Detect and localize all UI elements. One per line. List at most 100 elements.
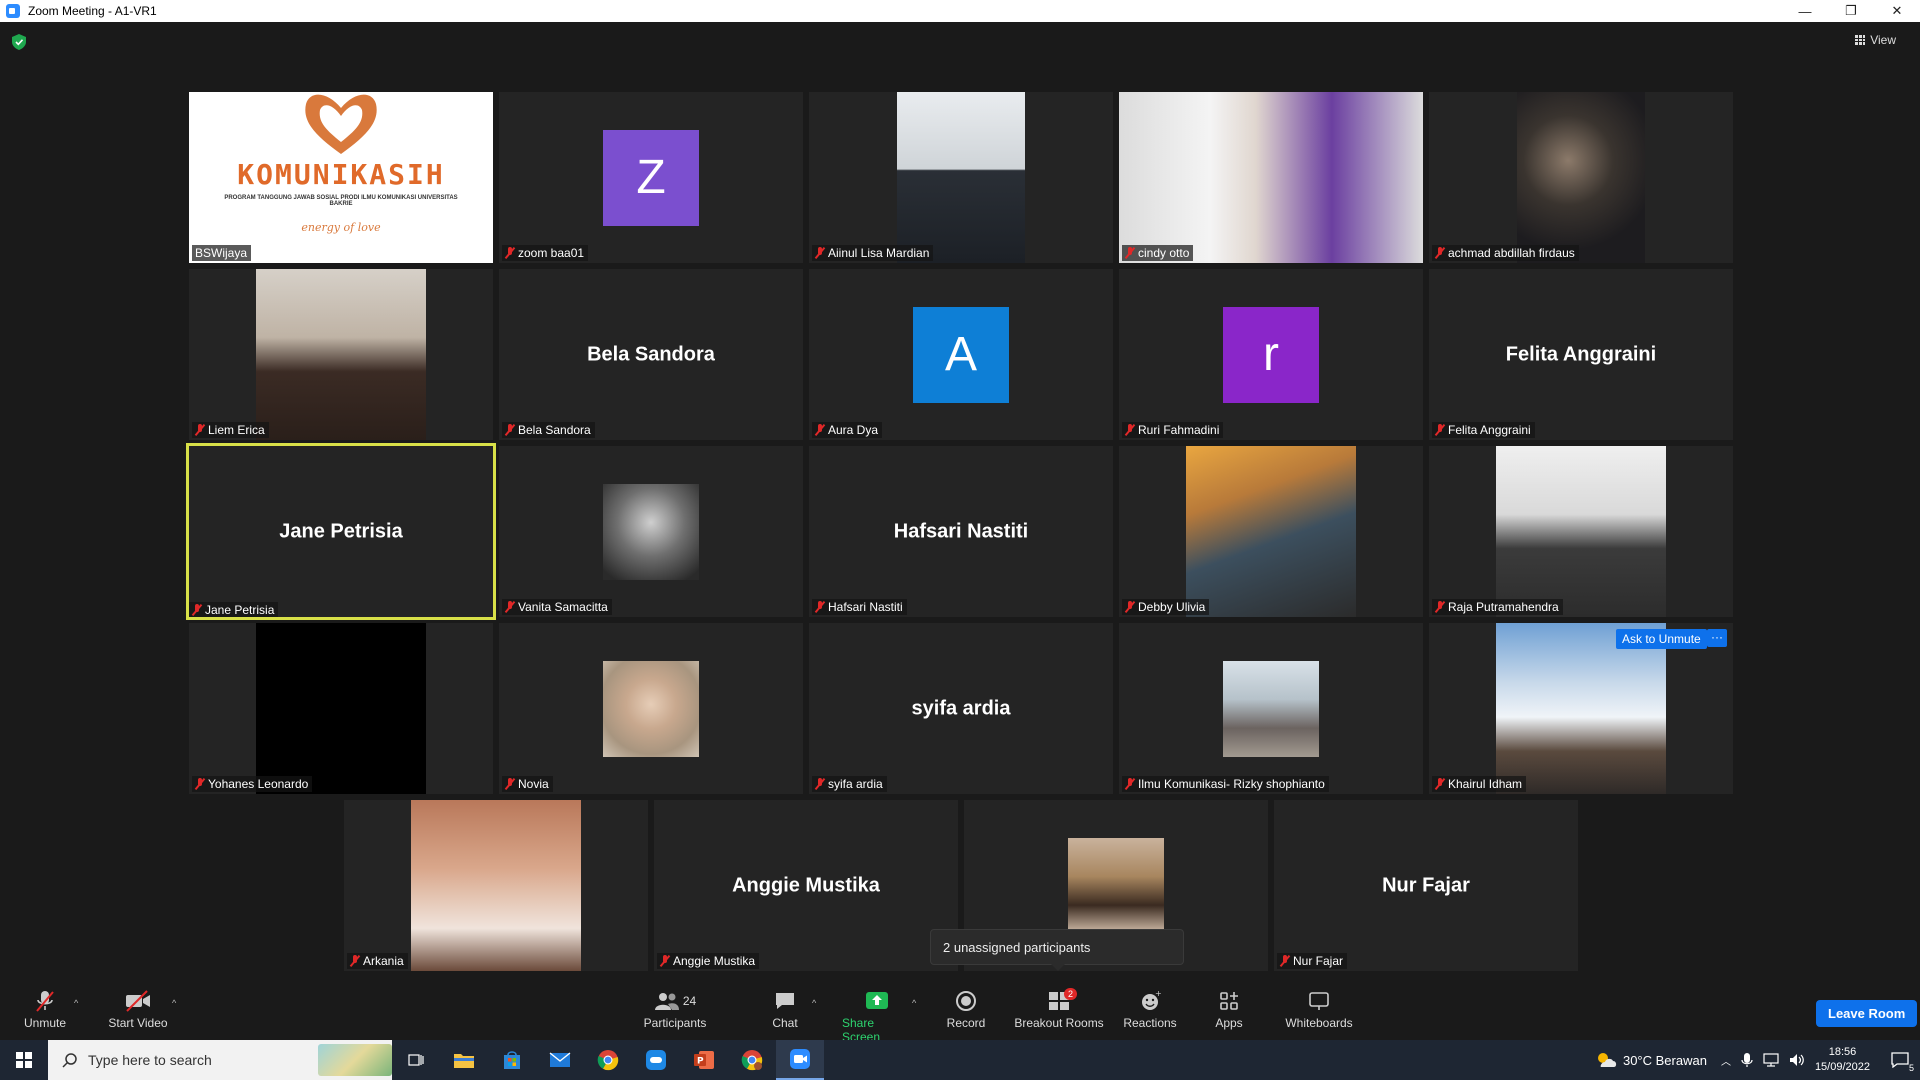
chat-options-caret-icon[interactable]: ^ (812, 998, 816, 1008)
whiteboards-label: Whiteboards (1285, 1016, 1353, 1030)
start-button[interactable] (0, 1040, 48, 1080)
participant-tile[interactable]: Arkania (344, 800, 648, 971)
whiteboards-button[interactable]: Whiteboards (1284, 990, 1354, 1030)
speaker-volume-icon[interactable] (1789, 1053, 1805, 1067)
participant-tile[interactable]: Hafsari Nastiti Hafsari Nastiti (809, 446, 1113, 617)
weather-text[interactable]: 30°C Berawan (1623, 1053, 1707, 1068)
chrome-profile-icon[interactable] (728, 1040, 776, 1080)
mic-muted-icon (815, 778, 825, 790)
unmute-button[interactable]: Unmute (20, 990, 70, 1030)
share-options-caret-icon[interactable]: ^ (912, 998, 916, 1008)
participant-name: Debby Ulivia (1138, 600, 1206, 614)
participant-tile[interactable]: Anggie Mustika Anggie Mustika (654, 800, 958, 971)
microsoft-store-icon[interactable] (488, 1040, 536, 1080)
mic-muted-icon (660, 955, 670, 967)
participant-video (1119, 92, 1423, 263)
view-button[interactable]: View (1855, 33, 1896, 47)
notification-center-button[interactable]: 5 (1880, 1040, 1920, 1080)
start-video-button[interactable]: Start Video (108, 990, 168, 1030)
participant-tile[interactable]: achmad abdillah firdaus (1429, 92, 1733, 263)
breakout-rooms-icon: 2 (1048, 988, 1078, 1012)
participant-tile[interactable]: Jane Petrisia Jane Petrisia (186, 443, 496, 620)
ask-to-unmute-button[interactable]: Ask to Unmute (1616, 629, 1707, 649)
participant-name-label: Ruri Fahmadini (1122, 422, 1224, 438)
zoom-taskbar-icon[interactable] (776, 1040, 824, 1080)
audio-options-caret-icon[interactable]: ^ (74, 998, 78, 1008)
close-button[interactable]: ✕ (1874, 0, 1920, 22)
participant-tile[interactable]: Debby Ulivia (1119, 446, 1423, 617)
participant-tile[interactable]: Raja Putramahendra (1429, 446, 1733, 617)
participants-icon: 24 (654, 990, 696, 1012)
weather-cloud-sun-icon[interactable] (1595, 1051, 1617, 1069)
record-button[interactable]: Record (946, 990, 986, 1030)
participant-tile[interactable]: Nur Fajar Nur Fajar (1274, 800, 1578, 971)
participant-tile[interactable]: syifa ardia syifa ardia (809, 623, 1113, 794)
participant-name-label: Debby Ulivia (1122, 599, 1210, 615)
tray-overflow-chevron-icon[interactable]: ︿ (1721, 1053, 1731, 1068)
notification-count: 5 (1908, 1063, 1914, 1073)
participant-tile[interactable]: Ilmu Komunikasi- Rizky shophianto (1119, 623, 1423, 794)
participant-tile[interactable]: Felita Anggraini Felita Anggraini (1429, 269, 1733, 440)
participant-name-label: Aura Dya (812, 422, 883, 438)
participant-tile[interactable]: Aiinul Lisa Mardian (809, 92, 1113, 263)
mic-muted-icon (1125, 778, 1135, 790)
participants-button[interactable]: 24 Participants (640, 990, 710, 1030)
share-screen-button[interactable]: Share Screen (842, 990, 912, 1044)
video-options-caret-icon[interactable]: ^ (172, 998, 176, 1008)
mic-muted-icon (815, 247, 825, 259)
participant-tile[interactable]: Bela Sandora Bela Sandora (499, 269, 803, 440)
whiteboard-icon (1308, 990, 1330, 1012)
participant-tile[interactable]: KOMUNIKASIH PROGRAM TANGGUNG JAWAB SOSIAL… (189, 92, 493, 263)
participant-tile[interactable]: A Aura Dya (809, 269, 1113, 440)
participant-tile[interactable]: cindy otto (1119, 92, 1423, 263)
participant-tile[interactable]: Vanita Samacitta (499, 446, 803, 617)
heart-hands-logo-icon (305, 94, 377, 154)
participant-tile[interactable]: r Ruri Fahmadini (1119, 269, 1423, 440)
system-tray: 30°C Berawan ︿ 18:56 15/09/2022 5 (1595, 1040, 1920, 1080)
windows-logo-icon (16, 1052, 32, 1068)
participant-video (603, 483, 699, 580)
participant-name: Jane Petrisia (205, 603, 275, 617)
participant-name: BSWijaya (195, 246, 248, 260)
participant-name-label: Raja Putramahendra (1432, 599, 1563, 615)
messenger-app-icon[interactable] (632, 1040, 680, 1080)
chrome-icon[interactable] (584, 1040, 632, 1080)
participant-name-label: Arkania (347, 953, 408, 969)
apps-button[interactable]: Apps (1213, 990, 1245, 1030)
minimize-button[interactable]: — (1782, 0, 1828, 22)
participant-video (256, 269, 426, 440)
chat-button[interactable]: Chat (770, 990, 800, 1030)
participant-tile[interactable]: Zzoom baa01 (499, 92, 803, 263)
breakout-rooms-button[interactable]: 2 Breakout Rooms (1014, 988, 1104, 1030)
participant-video (1517, 92, 1645, 263)
mic-muted-icon (815, 424, 825, 436)
network-icon[interactable] (1763, 1053, 1779, 1067)
mail-icon[interactable] (536, 1040, 584, 1080)
taskbar-search-box[interactable]: Type here to search (48, 1040, 392, 1080)
participant-name: Raja Putramahendra (1448, 600, 1559, 614)
leave-room-button[interactable]: Leave Room (1816, 1000, 1918, 1027)
participant-name: Aiinul Lisa Mardian (828, 246, 930, 260)
participant-name: Hafsari Nastiti (828, 600, 903, 614)
participant-display-name: Hafsari Nastiti (893, 520, 1029, 542)
powerpoint-icon[interactable]: P (680, 1040, 728, 1080)
participant-name-label: Aiinul Lisa Mardian (812, 245, 934, 261)
participant-tile[interactable]: Novia (499, 623, 803, 794)
mic-muted-icon (505, 778, 515, 790)
participant-tile[interactable]: Yohanes Leonardo (189, 623, 493, 794)
participant-name: Arkania (363, 954, 404, 968)
encryption-shield-icon[interactable] (12, 34, 26, 50)
task-view-icon[interactable] (392, 1040, 440, 1080)
file-explorer-icon[interactable] (440, 1040, 488, 1080)
participant-name-label: Nur Fajar (1277, 953, 1348, 969)
participant-name: cindy otto (1138, 246, 1190, 260)
mic-muted-icon (815, 601, 825, 613)
reactions-button[interactable]: + Reactions (1123, 990, 1176, 1030)
restore-button[interactable]: ❐ (1828, 0, 1874, 22)
microphone-tray-icon[interactable] (1741, 1052, 1753, 1068)
participant-tile[interactable]: Liem Erica (189, 269, 493, 440)
more-options-button[interactable]: ··· (1707, 629, 1727, 647)
mic-muted-icon (192, 604, 202, 616)
search-icon (62, 1053, 77, 1068)
taskbar-clock[interactable]: 18:56 15/09/2022 (1815, 1045, 1870, 1075)
